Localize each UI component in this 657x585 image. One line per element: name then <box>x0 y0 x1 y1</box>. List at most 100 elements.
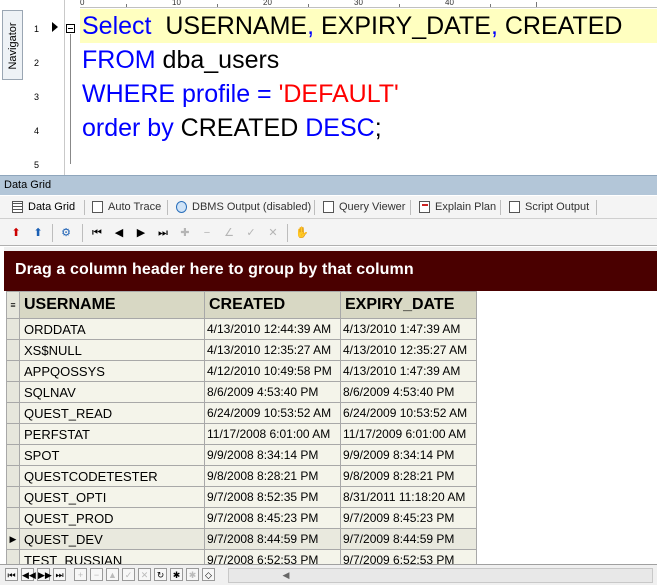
cell-username[interactable]: APPQOSSYS <box>19 360 205 382</box>
cell-created[interactable]: 9/8/2008 8:28:21 PM <box>204 465 341 487</box>
column-header-username[interactable]: USERNAME <box>19 291 205 319</box>
nav-post-icon[interactable]: ✓ <box>122 568 135 581</box>
cell-username[interactable]: XS$NULL <box>19 339 205 361</box>
nav-insert-icon[interactable]: + <box>74 568 87 581</box>
results-grid[interactable]: ≡ USERNAME CREATED EXPIRY_DATE ORDDATA 4/… <box>0 291 657 564</box>
row-indicator[interactable] <box>6 318 20 340</box>
cell-created[interactable]: 9/9/2008 8:34:14 PM <box>204 444 341 466</box>
column-header-created[interactable]: CREATED <box>204 291 341 319</box>
sql-editor[interactable]: Navigator 1 2 3 4 5 0 10 20 30 40 Select… <box>0 0 657 175</box>
export-blue-icon[interactable]: ⬆ <box>30 225 46 241</box>
row-indicator[interactable] <box>6 465 20 487</box>
cell-username[interactable]: QUEST_PROD <box>19 507 205 529</box>
cell-expiry-date[interactable]: 9/9/2009 8:34:14 PM <box>340 444 477 466</box>
cell-created[interactable]: 11/17/2008 6:01:00 AM <box>204 423 341 445</box>
table-row[interactable]: XS$NULL 4/13/2010 12:35:27 AM 4/13/2010 12… <box>6 339 477 361</box>
hand-icon[interactable]: ✋ <box>294 225 310 241</box>
cell-expiry-date[interactable]: 11/17/2009 6:01:00 AM <box>340 423 477 445</box>
code-line-3[interactable]: WHERE profile = 'DEFAULT' <box>80 77 657 111</box>
cell-created[interactable]: 4/13/2010 12:35:27 AM <box>204 339 341 361</box>
cell-expiry-date[interactable]: 9/7/2009 8:45:23 PM <box>340 507 477 529</box>
nav-cancel-icon[interactable]: ✕ <box>138 568 151 581</box>
row-indicator[interactable] <box>6 423 20 445</box>
cancel-edit-icon[interactable]: ✕ <box>265 225 281 241</box>
nav-filter-icon[interactable]: ◇ <box>202 568 215 581</box>
row-indicator[interactable] <box>6 444 20 466</box>
cell-expiry-date[interactable]: 8/31/2011 11:18:20 AM <box>340 486 477 508</box>
cell-created[interactable]: 4/13/2010 12:44:39 AM <box>204 318 341 340</box>
row-indicator[interactable] <box>6 507 20 529</box>
table-row[interactable]: SQLNAV 8/6/2009 4:53:40 PM 8/6/2009 4:53:4… <box>6 381 477 403</box>
table-row[interactable]: APPQOSSYS 4/12/2010 10:49:58 PM 4/13/2010 … <box>6 360 477 382</box>
row-selector-header-icon[interactable]: ≡ <box>6 291 20 319</box>
table-row[interactable]: QUEST_READ 6/24/2009 10:53:52 AM 6/24/2009… <box>6 402 477 424</box>
nav-last-icon[interactable]: ⏭ <box>53 568 66 581</box>
column-header-expiry-date[interactable]: EXPIRY_DATE <box>340 291 477 319</box>
cell-username[interactable]: PERFSTAT <box>19 423 205 445</box>
delete-record-icon[interactable]: − <box>199 225 215 241</box>
group-by-panel[interactable]: Drag a column header here to group by th… <box>4 247 657 291</box>
cell-expiry-date[interactable]: 4/13/2010 1:47:39 AM <box>340 318 477 340</box>
row-indicator[interactable] <box>6 486 20 508</box>
tab-explain-plan[interactable]: Explain Plan <box>415 199 496 216</box>
cell-created[interactable]: 9/7/2008 6:52:53 PM <box>204 549 341 564</box>
export-red-icon[interactable]: ⬆ <box>8 225 24 241</box>
nav-prior-page-icon[interactable]: ◀◀ <box>21 568 36 581</box>
tab-auto-trace[interactable]: Auto Trace <box>88 199 161 216</box>
tab-data-grid[interactable]: Data Grid <box>8 199 75 216</box>
insert-record-icon[interactable]: ✚ <box>177 225 193 241</box>
cell-expiry-date[interactable]: 4/13/2010 1:47:39 AM <box>340 360 477 382</box>
cell-username[interactable]: SQLNAV <box>19 381 205 403</box>
cell-expiry-date[interactable]: 9/8/2009 8:28:21 PM <box>340 465 477 487</box>
cell-created[interactable]: 9/7/2008 8:52:35 PM <box>204 486 341 508</box>
current-row-arrow-icon[interactable]: ▶ <box>6 528 20 550</box>
cell-username[interactable]: TEST_RUSSIAN <box>19 549 205 564</box>
code-area[interactable]: Select USERNAME, EXPIRY_DATE, CREATED FR… <box>80 9 657 145</box>
row-indicator[interactable] <box>6 549 20 564</box>
row-indicator[interactable] <box>6 402 20 424</box>
table-row[interactable]: SPOT 9/9/2008 8:34:14 PM 9/9/2009 8:34:14 … <box>6 444 477 466</box>
code-line-1[interactable]: Select USERNAME, EXPIRY_DATE, CREATED <box>80 9 657 43</box>
table-row[interactable]: ▶ QUEST_DEV 9/7/2008 8:44:59 PM 9/7/2009 8:… <box>6 528 477 550</box>
cell-expiry-date[interactable]: 9/7/2009 8:44:59 PM <box>340 528 477 550</box>
tab-query-viewer[interactable]: Query Viewer <box>319 199 405 216</box>
cell-expiry-date[interactable]: 8/6/2009 4:53:40 PM <box>340 381 477 403</box>
nav-delete-icon[interactable]: − <box>90 568 103 581</box>
table-row[interactable]: QUEST_PROD 9/7/2008 8:45:23 PM 9/7/2009 8:… <box>6 507 477 529</box>
row-indicator[interactable] <box>6 381 20 403</box>
first-record-icon[interactable]: ⏮ <box>89 225 105 241</box>
tab-dbms-output[interactable]: DBMS Output (disabled) <box>172 199 311 216</box>
fold-collapse-icon[interactable] <box>66 24 75 33</box>
nav-next-page-icon[interactable]: ▶▶ <box>37 568 52 581</box>
cell-username[interactable]: QUEST_READ <box>19 402 205 424</box>
tab-script-output[interactable]: Script Output <box>505 199 589 216</box>
last-record-icon[interactable]: ⏭ <box>155 225 171 241</box>
prior-record-icon[interactable]: ◀ <box>111 225 127 241</box>
code-line-4[interactable]: order by CREATED DESC; <box>80 111 657 145</box>
cell-created[interactable]: 6/24/2009 10:53:52 AM <box>204 402 341 424</box>
cell-created[interactable]: 8/6/2009 4:53:40 PM <box>204 381 341 403</box>
cell-created[interactable]: 9/7/2008 8:44:59 PM <box>204 528 341 550</box>
horizontal-scrollbar[interactable]: ◀ <box>228 568 653 583</box>
edit-record-icon[interactable]: ∠ <box>221 225 237 241</box>
cell-expiry-date[interactable]: 4/13/2010 12:35:27 AM <box>340 339 477 361</box>
cell-username[interactable]: QUESTCODETESTER <box>19 465 205 487</box>
nav-goto-bookmark-icon[interactable]: ✱ <box>186 568 199 581</box>
cell-username[interactable]: QUEST_DEV <box>19 528 205 550</box>
table-row[interactable]: QUESTCODETESTER 9/8/2008 8:28:21 PM 9/8/20… <box>6 465 477 487</box>
code-line-2[interactable]: FROM dba_users <box>80 43 657 77</box>
grid-options-icon[interactable]: ⚙ <box>58 225 74 241</box>
row-indicator[interactable] <box>6 360 20 382</box>
navigator-tab[interactable]: Navigator <box>2 10 23 80</box>
cell-created[interactable]: 9/7/2008 8:45:23 PM <box>204 507 341 529</box>
cell-username[interactable]: ORDDATA <box>19 318 205 340</box>
cell-username[interactable]: QUEST_OPTI <box>19 486 205 508</box>
next-record-icon[interactable]: ▶ <box>133 225 149 241</box>
cell-expiry-date[interactable]: 9/7/2009 6:52:53 PM <box>340 549 477 564</box>
table-row[interactable]: ORDDATA 4/13/2010 12:44:39 AM 4/13/2010 1:… <box>6 318 477 340</box>
post-edit-icon[interactable]: ✓ <box>243 225 259 241</box>
table-row[interactable]: TEST_RUSSIAN 9/7/2008 6:52:53 PM 9/7/2009 … <box>6 549 477 564</box>
cell-expiry-date[interactable]: 6/24/2009 10:53:52 AM <box>340 402 477 424</box>
nav-refresh-icon[interactable]: ↻ <box>154 568 167 581</box>
cell-username[interactable]: SPOT <box>19 444 205 466</box>
